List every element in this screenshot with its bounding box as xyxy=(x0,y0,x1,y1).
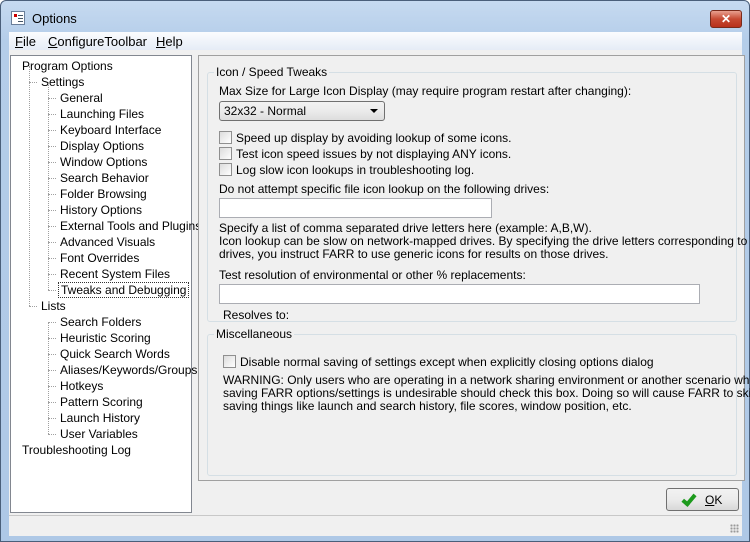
tree-item[interactable]: Aliases/Keywords/Groups xyxy=(58,362,199,378)
group-title: Miscellaneous xyxy=(214,327,295,341)
tree-item[interactable]: Lists xyxy=(39,298,68,314)
tree-connector xyxy=(48,82,49,290)
tree-item[interactable]: Pattern Scoring xyxy=(58,394,145,410)
tree-connector xyxy=(48,146,56,147)
checkbox-label: Disable normal saving of settings except… xyxy=(240,355,654,369)
drives-label: Do not attempt specific file icon lookup… xyxy=(219,182,550,196)
tree-item[interactable]: Troubleshooting Log xyxy=(20,442,133,458)
tree-item[interactable]: Program Options xyxy=(20,58,115,74)
tree-connector xyxy=(29,82,37,83)
settings-panel: Icon / Speed Tweaks Max Size for Large I… xyxy=(198,55,750,481)
tree-item[interactable]: Hotkeys xyxy=(58,378,105,394)
tree-item[interactable]: Quick Search Words xyxy=(58,346,172,362)
tree-connector xyxy=(48,418,56,419)
warning-line: saving FARR options/settings is undesira… xyxy=(223,386,750,400)
tree-connector xyxy=(48,130,56,131)
drives-help-line: drives, you instruct FARR to use generic… xyxy=(219,247,609,261)
tree-item[interactable]: Display Options xyxy=(58,138,146,154)
options-window: Options ✕ File ConfigureToolbar Help Pro… xyxy=(0,0,750,542)
tree-item[interactable]: History Options xyxy=(58,202,144,218)
tree-connector xyxy=(48,194,56,195)
tree-connector xyxy=(48,322,56,323)
test-resolution-input[interactable] xyxy=(219,284,700,304)
tree-connector xyxy=(48,290,56,291)
tree-connector xyxy=(48,162,56,163)
tree-connector xyxy=(48,210,56,211)
tree-connector xyxy=(48,386,56,387)
tree-connector xyxy=(48,338,56,339)
tree-item[interactable]: Search Behavior xyxy=(58,170,151,186)
icon-speed-group: Icon / Speed Tweaks Max Size for Large I… xyxy=(207,65,750,322)
tree-connector xyxy=(29,66,30,306)
tree-item[interactable]: Window Options xyxy=(58,154,149,170)
mnemonic: O xyxy=(705,493,715,507)
disable-saving-checkbox[interactable] xyxy=(223,355,236,368)
client-area: File ConfigureToolbar Help Program Optio… xyxy=(9,32,750,536)
chevron-down-icon xyxy=(370,109,378,113)
tree-item[interactable]: Settings xyxy=(39,74,86,90)
drives-help-line: Specify a list of comma separated drive … xyxy=(219,221,592,235)
tree-connector xyxy=(48,402,56,403)
ok-label: OK xyxy=(705,493,722,507)
checkbox-label: Speed up display by avoiding lookup of s… xyxy=(236,131,512,145)
tree-item[interactable]: Search Folders xyxy=(58,314,143,330)
warning-line: saving things like launch and search his… xyxy=(223,399,632,413)
tree-item[interactable]: Recent System Files xyxy=(58,266,172,282)
drives-help-line: Icon lookup can be slow on network-mappe… xyxy=(219,234,750,248)
checkbox-label: Log slow icon lookups in troubleshooting… xyxy=(236,163,475,177)
drives-input[interactable] xyxy=(219,198,492,218)
tree-connector xyxy=(48,354,56,355)
tree-item[interactable]: General xyxy=(58,90,105,106)
tree-item[interactable]: User Variables xyxy=(58,426,140,442)
tree-item[interactable]: Folder Browsing xyxy=(58,186,149,202)
menu-help[interactable]: Help xyxy=(156,34,183,49)
close-button[interactable]: ✕ xyxy=(710,10,742,28)
max-size-dropdown[interactable]: 32x32 - Normal xyxy=(219,101,385,121)
dropdown-value: 32x32 - Normal xyxy=(224,104,307,118)
tree-connector xyxy=(48,258,56,259)
log-slow-checkbox[interactable] xyxy=(219,163,232,176)
tree-connector xyxy=(48,370,56,371)
max-size-label: Max Size for Large Icon Display (may req… xyxy=(219,84,632,98)
label-rest: K xyxy=(714,493,723,507)
menu-bar: File ConfigureToolbar Help xyxy=(9,32,742,50)
tree-connector xyxy=(48,434,56,435)
menu-file[interactable]: File xyxy=(15,34,36,49)
test-resolution-label: Test resolution of environmental or othe… xyxy=(219,268,526,282)
miscellaneous-group: Miscellaneous Disable normal saving of s… xyxy=(207,327,750,476)
tree-item[interactable]: Keyboard Interface xyxy=(58,122,163,138)
checkbox-label: Test icon speed issues by not displaying… xyxy=(236,147,512,161)
tree-item[interactable]: Launching Files xyxy=(58,106,146,122)
tree-connector xyxy=(48,242,56,243)
window-title: Options xyxy=(32,11,77,26)
tree-item[interactable]: Heuristic Scoring xyxy=(58,330,153,346)
tree-connector xyxy=(48,178,56,179)
tree-item[interactable]: Tweaks and Debugging xyxy=(58,282,190,298)
tree-connector xyxy=(48,274,56,275)
app-icon xyxy=(11,11,25,25)
tree-connector xyxy=(29,306,37,307)
menu-configuretoolbar[interactable]: ConfigureToolbar xyxy=(48,34,147,49)
status-bar xyxy=(9,515,742,536)
tree-connector xyxy=(48,98,56,99)
tree-item[interactable]: Font Overrides xyxy=(58,250,141,266)
tree-item[interactable]: External Tools and Plugins xyxy=(58,218,203,234)
checkmark-icon xyxy=(681,491,697,507)
resolves-to-label: Resolves to: xyxy=(223,308,290,322)
tree-connector xyxy=(48,322,49,434)
tree-item[interactable]: Launch History xyxy=(58,410,142,426)
warning-line: WARNING: Only users who are operating in… xyxy=(223,373,750,387)
ok-button[interactable]: OK xyxy=(666,488,739,511)
group-title: Icon / Speed Tweaks xyxy=(214,65,330,79)
resize-grip-icon[interactable] xyxy=(730,524,739,533)
options-tree[interactable]: Program Options Settings General Launching … xyxy=(10,55,201,513)
test-speed-checkbox[interactable] xyxy=(219,147,232,160)
tree-connector xyxy=(48,114,56,115)
tree-connector xyxy=(48,226,56,227)
speed-up-checkbox[interactable] xyxy=(219,131,232,144)
tree-item[interactable]: Advanced Visuals xyxy=(58,234,157,250)
